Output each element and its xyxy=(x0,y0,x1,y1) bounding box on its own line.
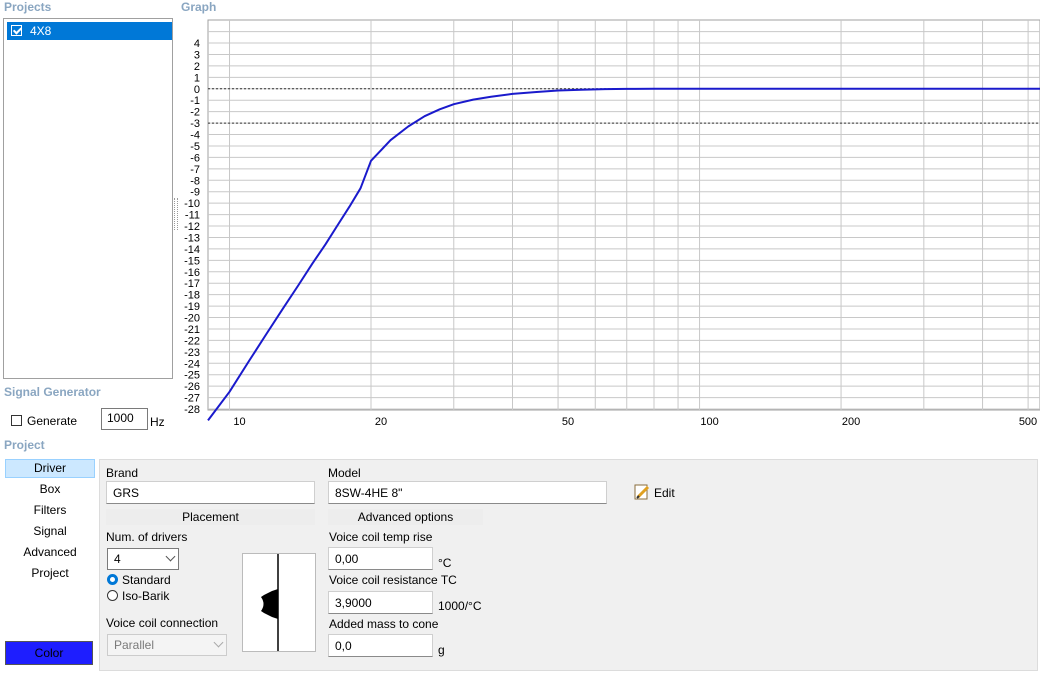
y-tick-label: -24 xyxy=(184,358,200,370)
signal-generator-title: Signal Generator xyxy=(4,385,101,399)
model-label: Model xyxy=(328,466,361,480)
y-tick-label: -21 xyxy=(184,324,200,336)
y-tick-label: -12 xyxy=(184,221,200,233)
y-tick-label: 1 xyxy=(194,72,200,84)
y-tick-label: -25 xyxy=(184,370,200,382)
vc-connection-select[interactable]: Parallel xyxy=(107,634,227,656)
y-tick-label: -14 xyxy=(184,244,200,256)
y-tick-label: -7 xyxy=(190,164,200,176)
y-tick-label: 0 xyxy=(194,84,200,96)
projects-title: Projects xyxy=(4,0,52,14)
num-drivers-value: 4 xyxy=(114,552,121,566)
y-tick-label: -10 xyxy=(184,198,200,210)
vc-res-field[interactable]: 3,9000 xyxy=(328,591,433,614)
model-field[interactable]: 8SW-4HE 8" xyxy=(328,481,607,504)
y-tick-label: -17 xyxy=(184,278,200,290)
project-item-4x8[interactable]: 4X8 xyxy=(7,22,172,40)
x-tick-label: 20 xyxy=(375,416,387,428)
pencil-icon xyxy=(634,484,650,500)
y-tick-label: -11 xyxy=(185,210,200,222)
graph-title: Graph xyxy=(181,0,217,14)
tab-project[interactable]: Project xyxy=(5,564,95,583)
added-mass-field[interactable]: 0,0 xyxy=(328,634,433,657)
y-tick-label: -5 xyxy=(190,141,200,153)
tab-signal[interactable]: Signal xyxy=(5,522,95,541)
y-tick-label: -15 xyxy=(184,255,200,267)
chevron-down-icon xyxy=(165,551,176,562)
added-mass-unit: g xyxy=(438,643,445,657)
generate-label: Generate xyxy=(27,414,78,428)
frequency-response-chart[interactable]: 43210-1-2-3-4-5-6-7-8-9-10-11-12-13-14-1… xyxy=(175,14,1040,439)
x-tick-label: 10 xyxy=(233,416,245,428)
brand-field[interactable]: GRS xyxy=(106,481,315,504)
y-tick-label: -18 xyxy=(184,290,200,302)
projects-list[interactable]: 4X8 xyxy=(3,18,173,379)
x-tick-label: 100 xyxy=(700,416,718,428)
y-tick-label: 3 xyxy=(194,49,200,61)
vc-temp-unit: °C xyxy=(438,556,452,570)
y-tick-label: -16 xyxy=(184,267,200,279)
standard-label: Standard xyxy=(122,573,171,587)
y-tick-label: -22 xyxy=(184,335,200,347)
project-item-label: 4X8 xyxy=(30,24,52,38)
frequency-unit: Hz xyxy=(150,415,165,429)
tab-driver[interactable]: Driver xyxy=(5,459,95,478)
edit-label: Edit xyxy=(654,486,675,500)
y-tick-label: 2 xyxy=(194,61,200,73)
y-tick-label: -28 xyxy=(184,404,200,416)
added-mass-label: Added mass to cone xyxy=(329,617,439,631)
y-tick-label: -23 xyxy=(184,347,200,359)
generate-checkbox[interactable] xyxy=(11,415,22,426)
vc-res-label: Voice coil resistance TC xyxy=(329,573,457,587)
tab-advanced[interactable]: Advanced xyxy=(5,543,95,562)
edit-button[interactable]: Edit xyxy=(634,484,694,502)
tab-filters[interactable]: Filters xyxy=(5,501,95,520)
y-tick-label: -20 xyxy=(184,313,200,325)
y-tick-label: -13 xyxy=(184,232,200,244)
y-tick-label: -26 xyxy=(184,381,200,393)
advanced-options-header: Advanced options xyxy=(328,509,483,525)
chevron-down-icon xyxy=(213,637,224,648)
num-drivers-label: Num. of drivers xyxy=(106,530,188,544)
isobarik-radio[interactable] xyxy=(107,590,118,601)
y-tick-label: -2 xyxy=(190,107,200,119)
y-tick-label: -27 xyxy=(184,393,200,405)
y-tick-label: -19 xyxy=(184,301,200,313)
y-tick-label: -3 xyxy=(190,118,200,130)
x-tick-label: 500 xyxy=(1019,416,1037,428)
num-drivers-select[interactable]: 4 xyxy=(107,548,179,570)
color-button[interactable]: Color xyxy=(5,641,93,665)
driver-panel: Brand GRS Model 8SW-4HE 8" Edit Placemen… xyxy=(99,459,1038,671)
tab-box[interactable]: Box xyxy=(5,480,95,499)
y-tick-label: -6 xyxy=(190,152,200,164)
project-checkbox[interactable] xyxy=(11,25,22,36)
standard-radio[interactable] xyxy=(107,574,118,585)
brand-label: Brand xyxy=(106,466,139,480)
y-tick-label: -9 xyxy=(190,187,200,199)
speaker-placement-icon xyxy=(242,553,316,652)
x-tick-label: 200 xyxy=(842,416,860,428)
y-tick-label: 4 xyxy=(194,38,200,50)
vc-connection-label: Voice coil connection xyxy=(106,616,219,630)
y-tick-label: -1 xyxy=(190,95,200,107)
project-title: Project xyxy=(4,438,45,452)
frequency-input[interactable]: 1000 xyxy=(101,408,148,430)
vc-temp-field[interactable]: 0,00 xyxy=(328,547,433,570)
isobarik-label: Iso-Barik xyxy=(122,589,170,603)
vc-temp-label: Voice coil temp rise xyxy=(329,530,433,544)
vc-connection-value: Parallel xyxy=(114,638,155,652)
x-tick-label: 50 xyxy=(562,416,574,428)
y-tick-label: -8 xyxy=(190,175,200,187)
vc-res-unit: 1000/°C xyxy=(438,599,482,613)
placement-header: Placement xyxy=(106,509,315,525)
y-tick-label: -4 xyxy=(190,130,200,142)
